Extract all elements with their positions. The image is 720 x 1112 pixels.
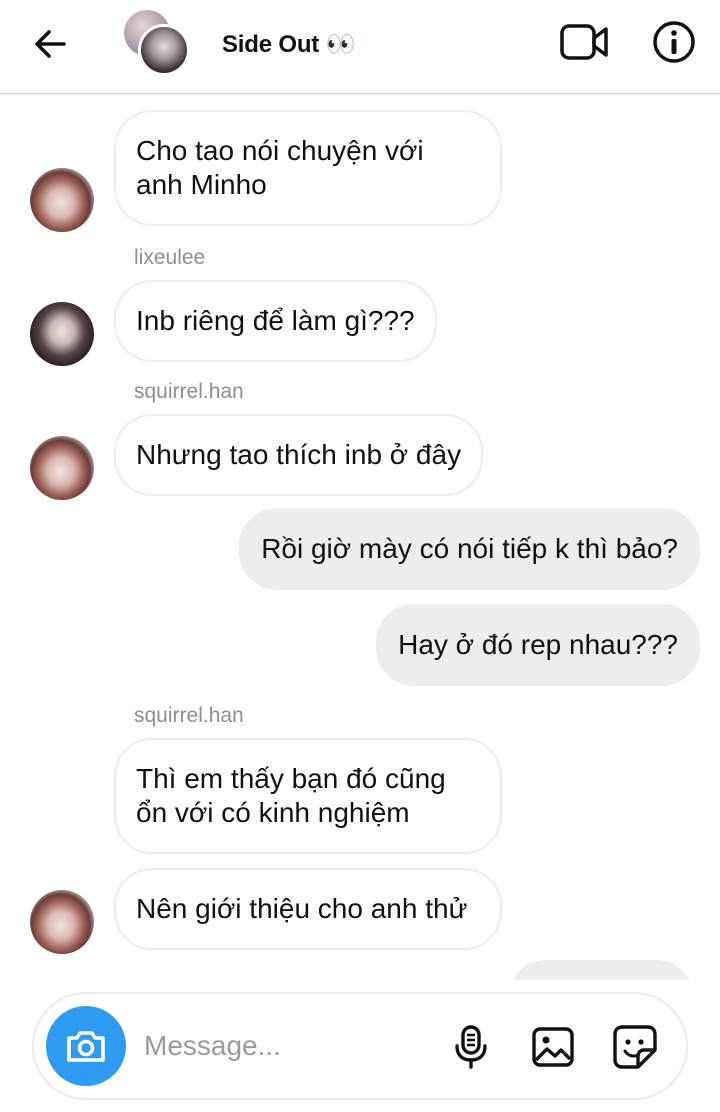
back-button[interactable]	[28, 22, 72, 66]
avatar[interactable]	[30, 168, 94, 232]
camera-button[interactable]	[46, 1006, 126, 1086]
message-text: Rồi giờ mày có nói tiếp k thì bảo?	[261, 533, 678, 564]
chat-title[interactable]: Side Out 👀	[222, 30, 355, 59]
message-bubble-partial[interactable]	[508, 960, 694, 980]
info-icon	[653, 21, 695, 63]
message-text: Inb riêng để làm gì???	[136, 305, 415, 336]
chat-header: Side Out 👀	[0, 0, 720, 94]
voice-message-button[interactable]	[446, 1022, 496, 1072]
message-text: Hay ở đó rep nhau???	[398, 629, 678, 660]
message-bubble[interactable]: Inb riêng để làm gì???	[114, 280, 437, 362]
message-text: anh Minho	[136, 169, 267, 200]
message-bubble[interactable]: Nên giới thiệu cho anh thử	[114, 868, 502, 950]
sender-name: squirrel.han	[134, 380, 244, 403]
message-composer	[32, 992, 688, 1100]
group-avatar-member-2	[138, 24, 190, 76]
message-bubble[interactable]: Thì em thấy bạn đó cũng ổn với có kinh n…	[114, 738, 502, 854]
video-call-button[interactable]	[556, 18, 612, 66]
message-bubble[interactable]: Nhưng tao thích inb ở đây	[114, 414, 484, 496]
message-bubble[interactable]: Rồi giờ mày có nói tiếp k thì bảo?	[239, 508, 700, 590]
avatar[interactable]	[30, 890, 94, 954]
sticker-icon	[613, 1025, 657, 1069]
message-bubble[interactable]: Hay ở đó rep nhau???	[376, 604, 700, 686]
message-text: ổn với có kinh nghiệm	[136, 797, 410, 828]
info-button[interactable]	[648, 16, 700, 68]
message-text: Cho tao nói chuyện với	[136, 135, 424, 166]
avatar[interactable]	[30, 436, 94, 500]
sticker-button[interactable]	[610, 1022, 660, 1072]
video-call-icon	[560, 24, 608, 60]
image-icon	[532, 1027, 574, 1067]
group-avatar[interactable]	[124, 10, 194, 76]
arrow-left-icon	[35, 30, 66, 58]
message-input[interactable]	[144, 1024, 434, 1068]
camera-icon	[67, 1031, 105, 1062]
sender-name: lixeulee	[134, 246, 206, 269]
message-bubble[interactable]: Cho tao nói chuyện với anh Minho	[114, 110, 502, 226]
message-text: Nhưng tao thích inb ở đây	[136, 439, 462, 470]
avatar[interactable]	[30, 302, 94, 366]
sender-name: squirrel.han	[134, 704, 244, 727]
message-thread[interactable]: Cho tao nói chuyện với anh Minho lixeule…	[0, 94, 720, 980]
microphone-icon	[455, 1025, 487, 1069]
message-text: Thì em thấy bạn đó cũng	[136, 763, 446, 794]
message-text: Nên giới thiệu cho anh thử	[136, 893, 468, 924]
gallery-button[interactable]	[528, 1022, 578, 1072]
